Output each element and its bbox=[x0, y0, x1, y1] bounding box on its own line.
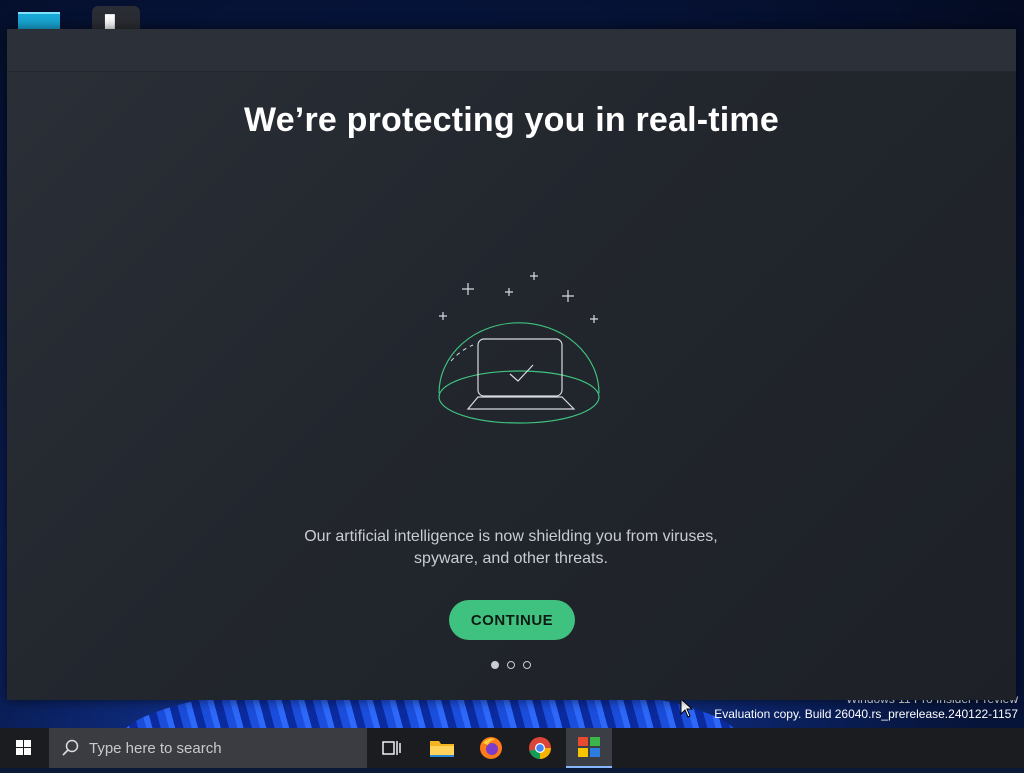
desktop-icon-2[interactable]: ▐▌ bbox=[92, 6, 140, 30]
window-titlebar[interactable] bbox=[7, 29, 1016, 72]
continue-button[interactable]: CONTINUE bbox=[449, 600, 575, 640]
avg-onboarding-window: We’re protecting you in real-time Our ar… bbox=[7, 29, 1016, 700]
page-dot-2[interactable] bbox=[507, 661, 515, 669]
description-line1: Our artificial intelligence is now shiel… bbox=[304, 528, 718, 545]
file-explorer-icon[interactable] bbox=[419, 728, 465, 768]
task-view-icon[interactable] bbox=[368, 728, 414, 768]
protected-laptop-icon bbox=[438, 272, 600, 424]
taskbar: Type here to search bbox=[0, 728, 1024, 768]
mouse-cursor-icon bbox=[680, 698, 694, 718]
firefox-icon[interactable] bbox=[468, 728, 514, 768]
search-icon bbox=[62, 739, 79, 756]
watermark-line2: Evaluation copy. Build 26040.rs_prerelea… bbox=[714, 707, 1018, 721]
chrome-icon[interactable] bbox=[517, 728, 563, 768]
pagination-dots bbox=[491, 661, 551, 671]
page-dot-1[interactable] bbox=[491, 661, 499, 669]
page-dot-3[interactable] bbox=[523, 661, 531, 669]
description-line2: spyware, and other threats. bbox=[414, 550, 608, 567]
search-box[interactable]: Type here to search bbox=[49, 728, 367, 768]
search-placeholder: Type here to search bbox=[89, 739, 222, 757]
windows-start-icon[interactable] bbox=[0, 728, 48, 768]
page-title: We’re protecting you in real-time bbox=[244, 101, 779, 139]
description: Our artificial intelligence is now shiel… bbox=[261, 526, 761, 570]
avg-antivirus-icon[interactable] bbox=[566, 728, 612, 768]
